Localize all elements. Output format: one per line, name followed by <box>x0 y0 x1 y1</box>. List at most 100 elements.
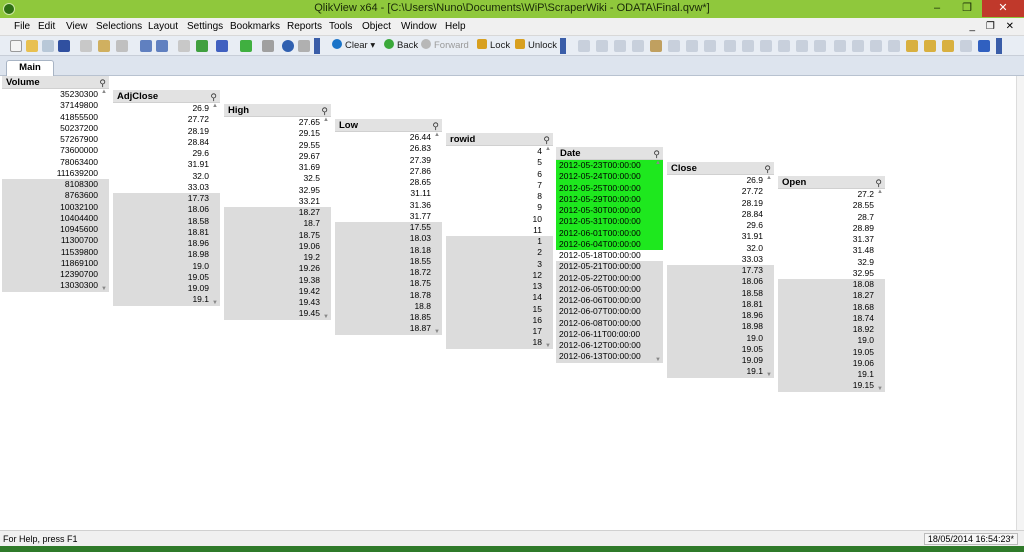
listbox-value-row[interactable]: 18.98 <box>667 321 774 333</box>
listbox-rowid[interactable]: rowid ⚲ 4 5 6 7 8 9 10 11 1 2 3 12 13 14 15 16 17 18 ▲ ▼ <box>446 133 553 349</box>
listbox-value-row[interactable]: 19.42 <box>224 285 331 297</box>
listbox-value-row[interactable]: 33.21 <box>224 195 331 207</box>
listbox-value-row[interactable]: 32.95 <box>778 267 885 279</box>
align-left-icon[interactable] <box>724 40 736 52</box>
listbox-caption[interactable]: Close ⚲ <box>667 162 774 175</box>
checklist-icon[interactable] <box>196 40 208 52</box>
listbox-value-row[interactable]: 31.77 <box>335 210 442 222</box>
print-pdf-icon[interactable] <box>98 40 110 52</box>
listbox-value-row[interactable]: 18.92 <box>778 324 885 336</box>
listbox-value-row[interactable]: 2012-06-11T00:00:00 <box>556 328 663 340</box>
listbox-value-row[interactable]: 28.55 <box>778 200 885 212</box>
align-center-icon[interactable] <box>742 40 754 52</box>
unlock-button[interactable]: Unlock <box>515 39 557 53</box>
listbox-value-row[interactable]: 18.27 <box>224 207 331 219</box>
listbox-close[interactable]: Close ⚲ 26.9 27.72 28.19 28.84 29.6 31.91 32.0 3… <box>667 162 774 378</box>
listbox-value-row[interactable]: 18.78 <box>335 289 442 301</box>
listbox-value-row[interactable]: 2012-05-24T00:00:00 <box>556 171 663 183</box>
listbox-value-row[interactable]: 10404400 <box>2 212 109 224</box>
listbox-value-row[interactable]: 10032100 <box>2 201 109 213</box>
multibox-icon[interactable] <box>614 40 626 52</box>
listbox-value-row[interactable]: 5 <box>446 157 553 169</box>
listbox-value-row[interactable]: 11539800 <box>2 246 109 258</box>
listbox-value-row[interactable]: 10945600 <box>2 224 109 236</box>
listbox-value-row[interactable]: 2012-05-25T00:00:00 <box>556 182 663 194</box>
document-properties-icon[interactable] <box>942 40 954 52</box>
open-folder-icon[interactable] <box>26 40 38 52</box>
listbox-value-row[interactable]: 18.81 <box>113 226 220 238</box>
menu-view[interactable]: View <box>66 21 88 32</box>
listbox-scrollbar[interactable]: ▲ ▼ <box>323 117 330 320</box>
listbox-value-row[interactable]: 18.03 <box>335 233 442 245</box>
menu-settings[interactable]: Settings <box>187 21 223 32</box>
chart-icon[interactable] <box>650 40 662 52</box>
listbox-value-row[interactable]: 17 <box>446 326 553 338</box>
listbox-value-row[interactable]: 19.0 <box>778 335 885 347</box>
listbox-value-row[interactable]: 19.43 <box>224 297 331 309</box>
listbox-value-row[interactable]: 2012-06-01T00:00:00 <box>556 227 663 239</box>
listbox-value-row[interactable]: 18.58 <box>113 215 220 227</box>
listbox-value-row[interactable]: 7 <box>446 179 553 191</box>
listbox-value-row[interactable]: 18.18 <box>335 244 442 256</box>
listbox-value-row[interactable]: 19.06 <box>778 357 885 369</box>
listbox-value-row[interactable]: 2 <box>446 247 553 259</box>
listbox-value-row[interactable]: 18.06 <box>113 204 220 216</box>
input-box-icon[interactable] <box>668 40 680 52</box>
listbox-high[interactable]: High ⚲ 27.65 29.15 29.55 29.67 31.69 32.5 32.95… <box>224 104 331 320</box>
listbox-value-row[interactable]: 31.91 <box>113 159 220 171</box>
chart-wizard-icon[interactable] <box>216 40 228 52</box>
listbox-value-row[interactable]: 4 <box>446 146 553 158</box>
bookmark-star-icon[interactable] <box>240 40 252 52</box>
clear-button[interactable]: Clear ▾ <box>332 39 375 53</box>
listbox-value-row[interactable]: 19.26 <box>224 263 331 275</box>
save-icon[interactable] <box>58 40 70 52</box>
listbox-value-row[interactable]: 19.05 <box>778 346 885 358</box>
listbox-values[interactable]: 2012-05-23T00:00:00 2012-05-24T00:00:00 20… <box>556 160 663 363</box>
scroll-up-arrow-icon[interactable]: ▲ <box>877 189 883 195</box>
listbox-value-row[interactable]: 28.65 <box>335 177 442 189</box>
listbox-value-row[interactable]: 41855500 <box>2 111 109 123</box>
listbox-value-row[interactable]: 2012-05-31T00:00:00 <box>556 216 663 228</box>
align-top-icon[interactable] <box>778 40 790 52</box>
listbox-value-row[interactable]: 3 <box>446 258 553 270</box>
scroll-down-arrow-icon[interactable]: ▼ <box>212 300 218 306</box>
listbox-value-row[interactable]: 10 <box>446 213 553 225</box>
listbox-value-row[interactable]: 29.67 <box>224 150 331 162</box>
listbox-value-row[interactable]: 16 <box>446 314 553 326</box>
listbox-value-row[interactable]: 18.74 <box>778 312 885 324</box>
listbox-value-row[interactable]: 13030300 <box>2 280 109 292</box>
scroll-down-arrow-icon[interactable]: ▼ <box>323 314 329 320</box>
scroll-up-arrow-icon[interactable]: ▲ <box>766 175 772 181</box>
listbox-value-row[interactable]: 2012-06-05T00:00:00 <box>556 283 663 295</box>
listbox-value-row[interactable]: 19.38 <box>224 274 331 286</box>
listbox-value-row[interactable]: 2012-05-29T00:00:00 <box>556 193 663 205</box>
listbox-value-row[interactable]: 26.83 <box>335 143 442 155</box>
listbox-value-row[interactable]: 18.75 <box>224 229 331 241</box>
listbox-value-row[interactable]: 2012-05-23T00:00:00 <box>556 160 663 172</box>
listbox-value-row[interactable]: 31.48 <box>778 245 885 257</box>
listbox-value-row[interactable]: 19.2 <box>224 252 331 264</box>
listbox-value-row[interactable]: 32.0 <box>667 242 774 254</box>
same-width-icon[interactable] <box>888 40 900 52</box>
listbox-value-row[interactable]: 11 <box>446 224 553 236</box>
listbox-value-row[interactable]: 28.89 <box>778 222 885 234</box>
listbox-value-row[interactable]: 27.72 <box>113 114 220 126</box>
listbox-value-row[interactable]: 27.65 <box>224 117 331 129</box>
menu-reports[interactable]: Reports <box>287 21 322 32</box>
listbox-value-row[interactable]: 15 <box>446 303 553 315</box>
new-document-icon[interactable] <box>10 40 22 52</box>
text-object-icon[interactable] <box>704 40 716 52</box>
align-bottom-icon[interactable] <box>814 40 826 52</box>
listbox-value-row[interactable]: 78063400 <box>2 156 109 168</box>
listbox-scrollbar[interactable]: ▲ ▼ <box>434 132 441 335</box>
listbox-value-row[interactable]: 2012-05-22T00:00:00 <box>556 272 663 284</box>
listbox-value-row[interactable]: 2012-05-30T00:00:00 <box>556 205 663 217</box>
listbox-value-row[interactable]: 33.03 <box>113 181 220 193</box>
listbox-value-row[interactable]: 18.81 <box>667 298 774 310</box>
redo-icon[interactable] <box>156 40 168 52</box>
listbox-value-row[interactable]: 19.06 <box>224 240 331 252</box>
listbox-value-row[interactable]: 19.05 <box>667 343 774 355</box>
menu-tools[interactable]: Tools <box>329 21 352 32</box>
listbox-icon[interactable] <box>596 40 608 52</box>
listbox-value-row[interactable]: 18.58 <box>667 287 774 299</box>
